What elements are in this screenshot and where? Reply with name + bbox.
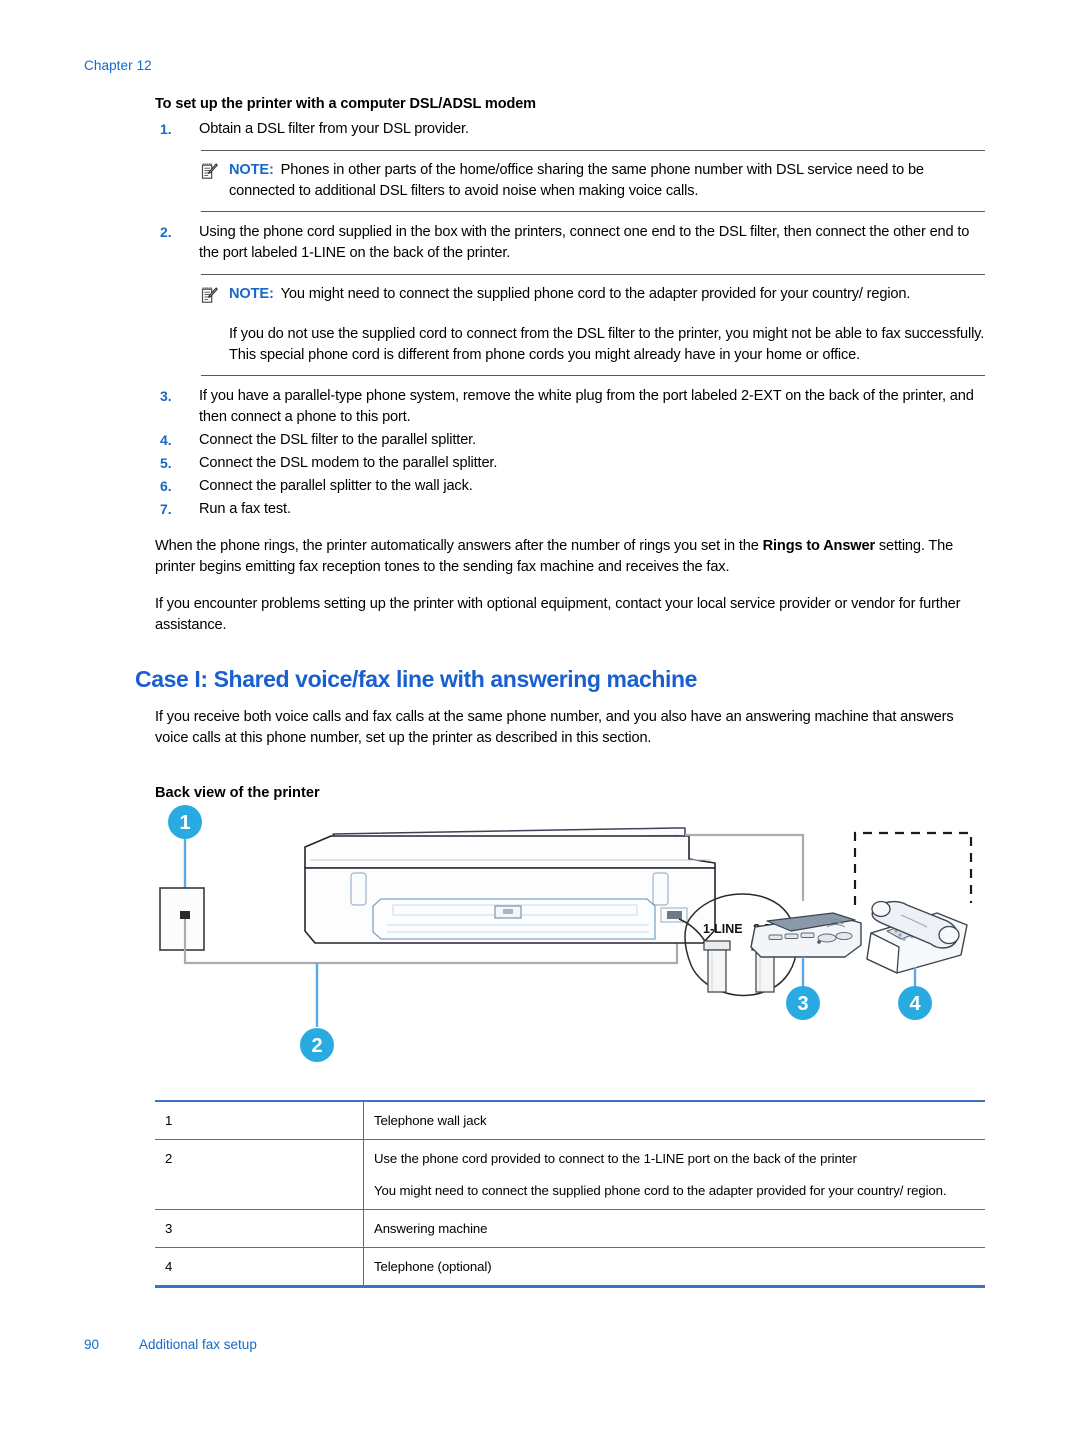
legend-desc-line: Use the phone cord provided to connect t… <box>374 1151 857 1166</box>
troubleshooting-paragraph: If you encounter problems setting up the… <box>155 596 961 633</box>
step-text: Run a fax test. <box>199 501 291 517</box>
page-content: To set up the printer with a computer DS… <box>135 96 985 1288</box>
legend-desc-line: Telephone (optional) <box>374 1259 492 1274</box>
rings-text-pre: When the phone rings, the printer automa… <box>155 538 763 554</box>
port-label-1-line: 1-LINE <box>703 922 743 936</box>
note-row: NOTE: You might need to connect the suppl… <box>201 284 985 309</box>
step-text: Connect the parallel splitter to the wal… <box>199 478 473 494</box>
legend-number: 3 <box>155 1209 364 1248</box>
legend-number: 1 <box>155 1101 364 1140</box>
callout-badge-2: 2 <box>300 1028 334 1062</box>
note-pad-icon <box>201 160 229 185</box>
note-callout-2: NOTE: You might need to connect the suppl… <box>201 274 985 376</box>
table-row: 1 Telephone wall jack <box>155 1101 985 1140</box>
step-text: Connect the DSL modem to the parallel sp… <box>199 455 498 471</box>
legend-number: 2 <box>155 1139 364 1210</box>
svg-text:2: 2 <box>311 1035 322 1057</box>
note-row: NOTE: Phones in other parts of the home/o… <box>201 160 985 202</box>
note-label: NOTE: <box>229 162 274 178</box>
footer-section-label: Additional fax setup <box>139 1337 257 1352</box>
step-number: 1. <box>160 121 172 137</box>
page-number: 90 <box>84 1337 100 1352</box>
list-item: 7. Run a fax test. <box>155 499 985 520</box>
step-number: 4. <box>160 432 172 448</box>
step-number: 7. <box>160 501 172 517</box>
answering-machine-illustration <box>750 912 862 958</box>
legend-desc-line: Telephone wall jack <box>374 1113 487 1128</box>
note-extra-paragraph: If you do not use the supplied cord to c… <box>229 326 985 363</box>
legend-desc-line: Answering machine <box>374 1221 488 1236</box>
note-text: Phones in other parts of the home/office… <box>229 162 924 199</box>
step-number: 5. <box>160 455 172 471</box>
note-body: NOTE: You might need to connect the suppl… <box>229 284 985 305</box>
procedure-heading: To set up the printer with a computer DS… <box>155 96 536 112</box>
chapter-running-header: Chapter 12 <box>84 58 152 73</box>
printer-setup-diagram: 1-LINE 2-EXT <box>155 805 985 1090</box>
case-section-heading: Case I: Shared voice/fax line with answe… <box>135 666 698 692</box>
rings-to-answer-paragraph: When the phone rings, the printer automa… <box>155 536 985 578</box>
step-number: 2. <box>160 224 172 240</box>
list-item: 6. Connect the parallel splitter to the … <box>155 476 985 497</box>
legend-number: 4 <box>155 1247 364 1287</box>
list-item: 2. Using the phone cord supplied in the … <box>155 222 985 264</box>
procedure-step-list-2: 2. Using the phone cord supplied in the … <box>155 222 985 264</box>
legend-desc-line: You might need to connect the supplied p… <box>374 1183 947 1198</box>
table-row: 4 Telephone (optional) <box>155 1247 986 1287</box>
list-item: 4. Connect the DSL filter to the paralle… <box>155 430 985 451</box>
legend-description: Use the phone cord provided to connect t… <box>364 1140 986 1210</box>
rings-to-answer-term: Rings to Answer <box>762 538 876 554</box>
list-item: 5. Connect the DSL modem to the parallel… <box>155 453 985 474</box>
note-pad-icon <box>201 284 229 309</box>
callout-badge-3: 3 <box>786 986 820 1020</box>
document-page: Chapter 12 To set up the printer with a … <box>0 0 1080 1437</box>
legend-description: Telephone (optional) <box>364 1248 986 1287</box>
step-text: If you have a parallel-type phone system… <box>199 388 974 425</box>
note-callout-1: NOTE: Phones in other parts of the home/o… <box>201 150 985 212</box>
figure-legend-table: 1 Telephone wall jack 2 Use the phone co… <box>155 1100 985 1288</box>
svg-text:1: 1 <box>179 812 190 834</box>
step-number: 3. <box>160 388 172 404</box>
step-text: Connect the DSL filter to the parallel s… <box>199 432 476 448</box>
legend-description: Answering machine <box>364 1210 986 1248</box>
legend-description: Telephone wall jack <box>364 1101 986 1140</box>
callout-badge-4: 4 <box>898 986 932 1020</box>
note-text: You might need to connect the supplied p… <box>280 286 911 302</box>
callout-badge-1: 1 <box>168 805 202 839</box>
procedure-step-list: 1. Obtain a DSL filter from your DSL pro… <box>155 119 985 140</box>
telephone-illustration <box>866 900 968 974</box>
step-text: Using the phone cord supplied in the box… <box>199 224 970 261</box>
figure-title: Back view of the printer <box>155 785 320 801</box>
svg-text:4: 4 <box>909 993 921 1015</box>
procedure-step-list-3: 3. If you have a parallel-type phone sys… <box>155 386 985 520</box>
list-item: 1. Obtain a DSL filter from your DSL pro… <box>155 119 985 140</box>
table-row: 2 Use the phone cord provided to connect… <box>155 1139 986 1210</box>
note-label: NOTE: <box>229 286 274 302</box>
note-body: NOTE: Phones in other parts of the home/o… <box>229 160 985 202</box>
case-intro-paragraph: If you receive both voice calls and fax … <box>155 709 954 746</box>
table-row: 3 Answering machine <box>155 1209 986 1248</box>
svg-text:3: 3 <box>797 993 808 1015</box>
step-text: Obtain a DSL filter from your DSL provid… <box>199 121 469 137</box>
step-number: 6. <box>160 478 172 494</box>
page-footer: 90 Additional fax setup <box>84 1337 257 1352</box>
list-item: 3. If you have a parallel-type phone sys… <box>155 386 985 428</box>
